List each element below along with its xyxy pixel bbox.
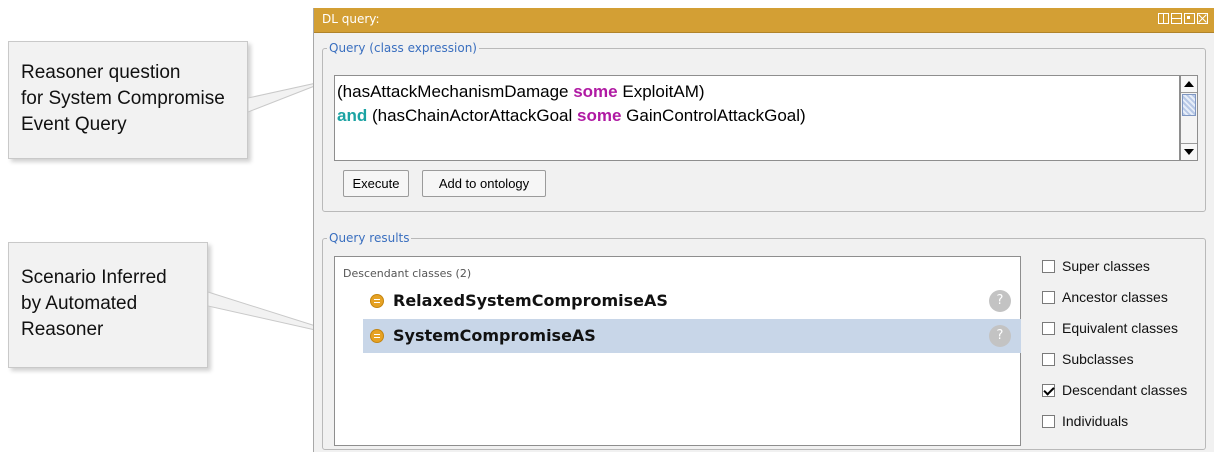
option-label: Individuals xyxy=(1062,413,1129,429)
query-line-2: and (hasChainActorAttackGoal some GainCo… xyxy=(337,104,1179,128)
arrow-up-icon[interactable] xyxy=(1181,76,1197,93)
query-token: ExploitAM) xyxy=(617,82,705,101)
checkbox[interactable] xyxy=(1042,291,1055,304)
scroll-thumb[interactable] xyxy=(1182,94,1196,116)
option-label: Descendant classes xyxy=(1062,382,1188,398)
keyword-and: and xyxy=(337,106,368,125)
checkbox[interactable] xyxy=(1042,353,1055,366)
editor-scrollbar[interactable] xyxy=(1180,75,1198,161)
execute-button[interactable]: Execute xyxy=(343,170,409,197)
callout-line: Scenario Inferred xyxy=(21,267,167,288)
panel-titlebar: DL query: xyxy=(314,8,1214,33)
query-group-legend: Query (class expression) xyxy=(329,41,477,55)
checkbox[interactable] xyxy=(1042,322,1055,335)
help-icon[interactable]: ? xyxy=(989,325,1011,347)
arrow-down-icon[interactable] xyxy=(1181,143,1197,160)
result-item[interactable]: RelaxedSystemCompromiseAS ? xyxy=(363,284,1021,318)
option-label: Subclasses xyxy=(1062,351,1134,367)
maximize-icon[interactable] xyxy=(1184,13,1195,24)
query-token: GainControlAttackGoal) xyxy=(621,106,806,125)
add-to-ontology-button[interactable]: Add to ontology xyxy=(422,170,546,197)
dl-query-panel: DL query: Query (class expression) (hasA… xyxy=(313,8,1214,452)
close-icon[interactable] xyxy=(1197,13,1208,24)
callout-line: for System Compromise xyxy=(21,88,225,109)
result-label: RelaxedSystemCompromiseAS xyxy=(393,291,668,310)
checkbox[interactable] xyxy=(1042,260,1055,273)
checkbox[interactable] xyxy=(1042,415,1055,428)
option-label: Equivalent classes xyxy=(1062,320,1178,336)
keyword-some: some xyxy=(577,106,622,125)
results-list: Descendant classes (2) RelaxedSystemComp… xyxy=(334,256,1021,446)
checkbox-checked[interactable] xyxy=(1042,384,1055,397)
result-label: SystemCompromiseAS xyxy=(393,326,596,345)
callout-line: Event Query xyxy=(21,114,127,135)
callout-line: Reasoner xyxy=(21,319,104,340)
callout-inference-note: Scenario Inferred by Automated Reasoner xyxy=(8,242,208,368)
option-label: Super classes xyxy=(1062,258,1150,274)
callout-line: by Automated xyxy=(21,293,138,314)
callout-query-note: Reasoner question for System Compromise … xyxy=(8,41,248,159)
float-icon[interactable] xyxy=(1158,13,1169,24)
query-line-1: (hasAttackMechanismDamage some ExploitAM… xyxy=(337,80,1179,104)
query-editor[interactable]: (hasAttackMechanismDamage some ExploitAM… xyxy=(334,75,1180,161)
class-icon xyxy=(370,329,384,343)
results-group-legend: Query results xyxy=(329,231,410,245)
class-icon xyxy=(370,294,384,308)
option-label: Ancestor classes xyxy=(1062,289,1168,305)
query-token: (hasAttackMechanismDamage xyxy=(337,82,574,101)
keyword-some: some xyxy=(573,82,618,101)
callout-line: Reasoner question xyxy=(21,62,181,83)
results-header: Descendant classes (2) xyxy=(343,267,472,280)
minimize-icon[interactable] xyxy=(1171,13,1182,24)
query-token: (hasChainActorAttackGoal xyxy=(367,106,577,125)
help-icon[interactable]: ? xyxy=(989,290,1011,312)
panel-title: DL query: xyxy=(322,12,380,26)
result-item-selected[interactable]: SystemCompromiseAS ? xyxy=(363,319,1021,353)
window-controls xyxy=(1158,13,1208,24)
